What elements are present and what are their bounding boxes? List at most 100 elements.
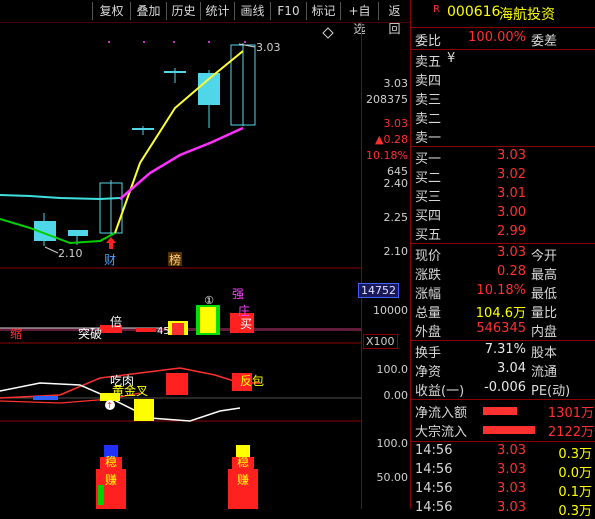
tick-time: 14:56	[415, 481, 453, 496]
toolbar-button-f10[interactable]: F10	[270, 2, 306, 20]
candle-4	[132, 128, 154, 130]
ma-yellow-line	[114, 50, 244, 234]
toolbar-button-lishi[interactable]: 历史	[166, 2, 200, 20]
zhangfu-value: 10.18%	[476, 283, 526, 298]
net-inflow-value: 1301万	[547, 406, 594, 421]
up-arrow-icon	[106, 237, 116, 249]
tick-time: 14:56	[415, 443, 453, 458]
axis-indicator-0: 0.00	[383, 389, 409, 402]
circle-1-label: ①	[204, 294, 214, 307]
volume-box: 14752	[358, 283, 399, 298]
tick-time: 14:56	[415, 500, 453, 515]
toolbar-button-tongji[interactable]: 统计	[200, 2, 234, 20]
candle-2	[68, 230, 88, 236]
axis-tick-240: 2.40	[383, 177, 409, 190]
zuigao-label: 最高	[531, 268, 558, 283]
axis-tick-210: 2.10	[383, 245, 409, 258]
toolbar-button-fuquan[interactable]: 复权	[92, 2, 130, 20]
high-price-label: 3.03	[256, 41, 281, 54]
yen-icon: ¥	[447, 51, 456, 66]
stats-row-jingzi: 净资 3.04 流通	[411, 361, 595, 380]
zhangdie-label: 涨跌	[415, 268, 442, 283]
tick-price: 3.03	[497, 443, 526, 458]
axis-bottom-50: 50.00	[376, 471, 409, 484]
tick-price: 3.03	[497, 481, 526, 496]
axis-change: ▲0.28	[375, 133, 408, 146]
tick-row-4: 14:56 3.03 0.3万	[411, 500, 595, 519]
axis-volume-10000: 10000	[373, 304, 408, 317]
x100-label: X100	[363, 334, 398, 349]
tick-volume: 0.1万	[558, 485, 592, 500]
flow-row-net: 净流入额 1301万	[411, 402, 595, 421]
stats-row-huanshou: 换手 7.31% 股本	[411, 342, 595, 361]
indicator-pane: ↑ 吃肉 黄金叉 反包	[0, 367, 361, 422]
num45-label: 45	[157, 326, 170, 337]
toolbar-button-biaoji[interactable]: 标记	[306, 2, 340, 20]
ma-magenta-line	[119, 126, 244, 200]
stock-name[interactable]: 海航投资	[499, 4, 555, 24]
quote-row-xianjia: 现价 3.03 今开	[411, 245, 595, 264]
buy-5-label: 买五	[415, 228, 442, 243]
stats-row-shouyi: 收益(一) -0.006 PE(动)	[411, 380, 595, 399]
buy-3-row: 买三 3.01	[411, 186, 595, 205]
bang-marker[interactable]: 榜	[169, 252, 181, 267]
wen-2-label: 稳	[237, 454, 249, 469]
shouyi-value: -0.006	[484, 380, 526, 395]
buy-3-price: 3.01	[497, 186, 526, 201]
toolbar-button-fanhui[interactable]: 返回	[378, 2, 410, 36]
buy-4-label: 买四	[415, 209, 442, 224]
net-inflow-label: 净流入额	[415, 406, 468, 421]
bulk-inflow-label: 大宗流入	[415, 425, 468, 440]
axis-price-2: 3.03	[383, 117, 409, 130]
quote-row-waipan: 外盘 546345 内盘	[411, 321, 595, 340]
zuidi-label: 最低	[531, 287, 558, 302]
stock-code[interactable]: 000616	[447, 4, 500, 20]
svg-text:↑: ↑	[106, 401, 113, 410]
bulk-inflow-value: 2122万	[547, 425, 594, 440]
sell-4-row: 卖四	[411, 70, 595, 89]
tupo-label: 突破	[78, 326, 102, 341]
kline-chart[interactable]: 3.03 2.10 财 榜 强 庄 买 倍 突破 缩 45 ① ↑ 吃肉 黄金叉…	[0, 23, 361, 509]
zongliang-label: 总量	[415, 306, 442, 321]
sell-5-row: 卖五 ¥	[411, 51, 595, 70]
tick-row-1: 14:56 3.03 0.3万	[411, 443, 595, 462]
buy-4-row: 买四 3.00	[411, 205, 595, 224]
shouyi-label: 收益(一)	[415, 384, 465, 399]
low-price-label: 2.10	[58, 247, 83, 260]
toolbar-button-diejia[interactable]: 叠加	[130, 2, 166, 20]
buy-2-label: 买二	[415, 171, 442, 186]
qiang-label: 强	[232, 287, 244, 301]
weibi-label: 委比	[415, 34, 442, 49]
waipan-label: 外盘	[415, 325, 442, 340]
chart-toolbar: 复权 叠加 历史 统计 画线 F10 标记 +自选 返回	[0, 0, 410, 36]
weicha-label: 委差	[531, 34, 558, 49]
cai-marker[interactable]: 财	[104, 253, 116, 267]
volume-pane: 强 庄 买 倍 突破 缩 45 ①	[0, 287, 361, 341]
zhangfu-label: 涨幅	[415, 287, 442, 302]
waipan-value: 546345	[476, 321, 526, 336]
quote-row-zongliang: 总量 104.6万 量比	[411, 302, 595, 321]
buy-2-row: 买二 3.02	[411, 167, 595, 186]
huanshou-label: 换手	[415, 346, 442, 361]
bulk-inflow-bar	[483, 426, 535, 434]
axis-price-1: 3.03	[383, 77, 409, 90]
axis-tick-225: 2.25	[383, 211, 409, 224]
liangbi-label: 量比	[531, 306, 558, 321]
diamond-icon[interactable]	[322, 27, 334, 39]
candle-5	[164, 71, 186, 73]
zhuang-label: 庄	[238, 303, 250, 318]
tick-volume: 0.0万	[558, 466, 592, 481]
neipan-label: 内盘	[531, 325, 558, 340]
tick-time: 14:56	[415, 462, 453, 477]
sell-3-label: 卖三	[415, 93, 442, 108]
buy-5-row: 买五 2.99	[411, 224, 595, 243]
suo-label: 缩	[10, 326, 22, 341]
buy-1-row: 买一 3.03	[411, 148, 595, 167]
huangjincha-label: 黄金叉	[112, 383, 148, 398]
toolbar-button-zixuan[interactable]: +自选	[340, 2, 378, 36]
toolbar-button-huaxian[interactable]: 画线	[234, 2, 270, 20]
tick-price: 3.03	[497, 500, 526, 515]
buy-2-price: 3.02	[497, 167, 526, 182]
bei-label: 倍	[110, 314, 122, 329]
net-inflow-bar	[483, 407, 517, 415]
